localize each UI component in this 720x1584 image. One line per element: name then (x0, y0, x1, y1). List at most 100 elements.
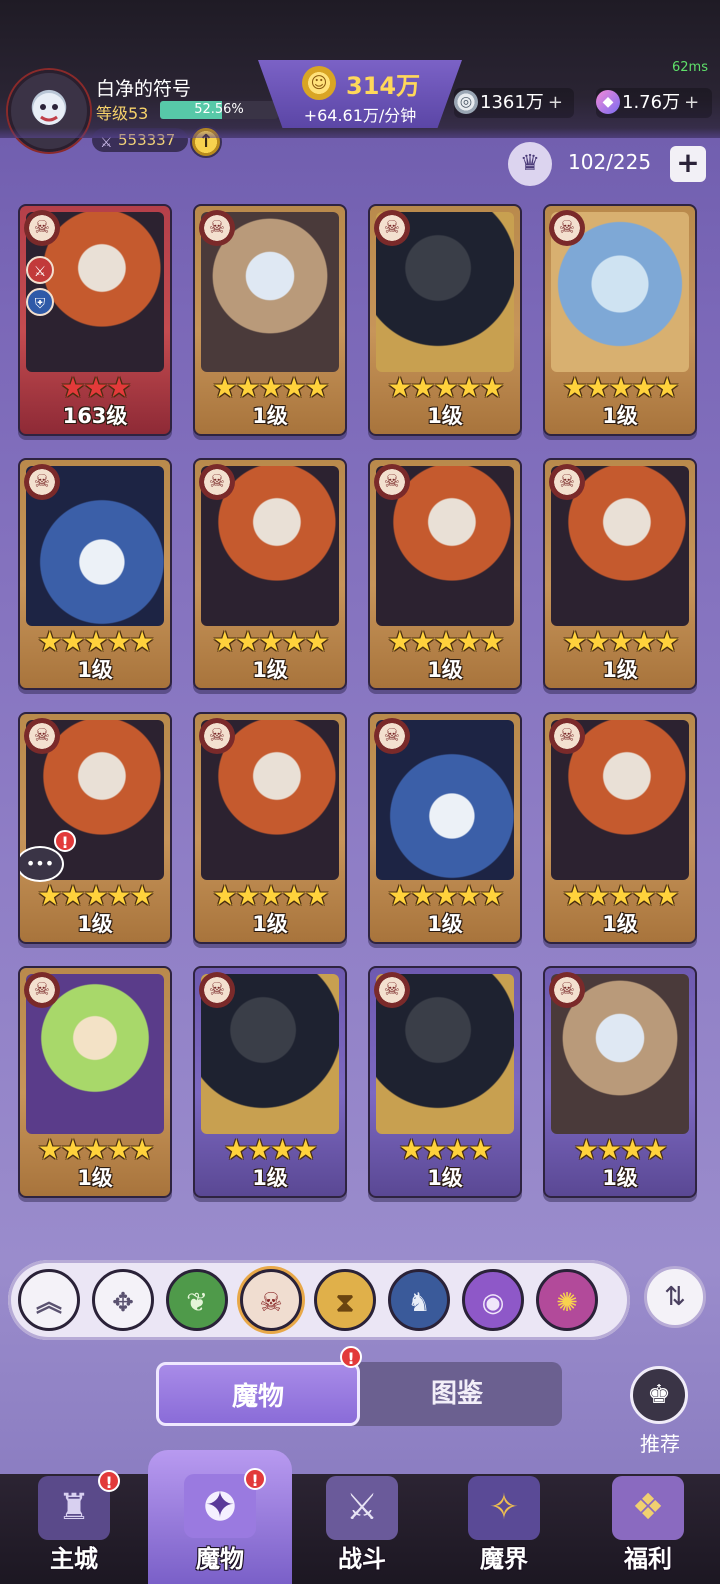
monster-card[interactable]: ☠ ★★★★★ 1级 (543, 458, 697, 690)
chaos-faction-filter-button[interactable]: ✺ (536, 1269, 598, 1331)
monster-card[interactable]: ☠ ★★★★★ 1级 (18, 966, 172, 1198)
star-rating: ★★★★★ (545, 374, 695, 402)
monster-card[interactable]: ☠ ★★★★★ 1级 (368, 458, 522, 690)
nav-item-label: 主城 (50, 1545, 98, 1573)
monster-card[interactable]: ☠ ★★★★★ 1级 (368, 204, 522, 436)
all-factions-filter-button[interactable]: ✥ (92, 1269, 154, 1331)
sword-shield-icon: ⚔ (326, 1476, 398, 1540)
star-rating: ★★★★★ (545, 628, 695, 656)
monster-card[interactable]: ☠ •••! ★★★★★ 1级 (18, 712, 172, 944)
nav-alert-icon: ! (98, 1470, 120, 1492)
demon-faction-icon: ☠ (199, 718, 235, 754)
chat-bubble-icon[interactable]: ••• (20, 846, 64, 882)
monster-card[interactable]: ☠ ★★★★★ 1级 (193, 204, 347, 436)
diamond-grid-icon: ✥ (112, 1288, 134, 1318)
monster-capacity: 102/225 (568, 150, 652, 174)
monster-card[interactable]: ☠ ★★★★★ 1级 (543, 712, 697, 944)
power-icon: ⚔ (100, 135, 113, 151)
demon-faction-filter-button[interactable]: ☠ (240, 1269, 302, 1331)
demon-faction-icon: ☠ (549, 210, 585, 246)
nature-faction-filter-button[interactable]: ❦ (166, 1269, 228, 1331)
crystal-amount: 1.76万 (622, 92, 681, 113)
time-faction-filter-button[interactable]: ⧗ (314, 1269, 376, 1331)
monster-level: 163级 (62, 404, 128, 428)
monster-level: 1级 (602, 658, 638, 682)
dragon-faction-filter-button[interactable]: ♞ (388, 1269, 450, 1331)
add-silver-icon[interactable]: + (548, 92, 563, 113)
combat-power-value: 553337 (118, 131, 176, 149)
leaf-icon: ❦ (186, 1288, 208, 1318)
monster-level: 1级 (252, 1166, 288, 1190)
star-rating: ★★★★★ (195, 374, 345, 402)
chevron-up-icon: ︽ (35, 1288, 62, 1318)
monster-card[interactable]: ☠ ★★★★★ 1级 (193, 712, 347, 944)
monster-card[interactable]: ☠ ★★★★★ 1级 (18, 458, 172, 690)
player-avatar[interactable] (8, 70, 90, 152)
demon-faction-icon: ☠ (374, 210, 410, 246)
gold-coin-icon: ☺ (302, 66, 336, 100)
monster-tabs: 图鉴 魔物 ! (156, 1346, 562, 1426)
dragon-icon: ♞ (407, 1288, 431, 1318)
monster-card[interactable]: ☠ ★★★★ 1级 (368, 966, 522, 1198)
star-rating: ★★★★★ (370, 882, 520, 910)
tab-codex[interactable]: 图鉴 (352, 1362, 562, 1426)
demon-mask-icon: ☠ (259, 1288, 283, 1318)
monster-card[interactable]: ☠ ★★★★★ 1级 (368, 712, 522, 944)
monster-card[interactable]: ☠ ★★★★ 1级 (193, 966, 347, 1198)
nav-item[interactable]: ❖ 福利 (576, 1474, 720, 1584)
monster-card[interactable]: ☠ ★★★★★ 1级 (543, 204, 697, 436)
eye-icon: ◉ (481, 1288, 505, 1318)
recommend-icon[interactable]: ♚ (630, 1366, 688, 1424)
demon-faction-icon: ☠ (199, 972, 235, 1008)
monster-level: 1级 (77, 1166, 113, 1190)
monster-card[interactable]: ☠ ★★★★★ 1级 (193, 458, 347, 690)
recommend-label[interactable]: 推荐 (624, 1428, 696, 1457)
tab-monsters[interactable]: 魔物 (156, 1362, 360, 1426)
nav-item[interactable]: ⚔ 战斗 (290, 1474, 434, 1584)
demon-faction-icon: ☠ (24, 210, 60, 246)
demon-faction-icon: ☠ (24, 464, 60, 500)
tab-monsters-alert-icon: ! (340, 1346, 362, 1368)
sort-button[interactable]: ⇅ (644, 1266, 706, 1328)
nav-alert-icon: ! (244, 1468, 266, 1490)
monsters-screen: 白净的符号 等级53 52.56% ⚔ 553337 ↑ ☺ 314万 +64.… (0, 0, 720, 1584)
star-rating: ★★★★★ (545, 882, 695, 910)
crystal-currency[interactable]: ◆ 1.76万 + (596, 88, 712, 118)
star-rating: ★★★ (20, 374, 170, 402)
demon-realm-icon: ✧ (468, 1476, 540, 1540)
faction-filter-bar: ︽ ✥ ❦ ☠ ⧗ ♞ ◉ ✺ (8, 1260, 630, 1340)
nav-item[interactable]: ✦! 魔物 (148, 1450, 292, 1584)
upgrade-arrow-button[interactable]: ↑ (190, 126, 222, 158)
monster-level: 1级 (602, 404, 638, 428)
star-rating: ★★★★ (370, 1136, 520, 1164)
monster-level: 1级 (252, 658, 288, 682)
nav-item[interactable]: ✧ 魔界 (432, 1474, 576, 1584)
gold-rate: +64.61万/分钟 (303, 106, 417, 125)
player-level: 等级53 (96, 104, 149, 123)
monster-level: 1级 (427, 658, 463, 682)
silver-amount: 1361万 (480, 92, 544, 113)
monster-card[interactable]: ☠ ★★★★ 1级 (543, 966, 697, 1198)
attack-role-icon: ⚔ (26, 256, 54, 284)
monster-card[interactable]: ☠ ⚔ ⛨ ★★★ 163级 (18, 204, 172, 436)
add-crystal-icon[interactable]: + (684, 92, 699, 113)
hourglass-icon: ⧗ (335, 1288, 355, 1318)
collapse-filter-button[interactable]: ︽ (18, 1269, 80, 1331)
monster-level: 1级 (427, 1166, 463, 1190)
avatar-portrait-icon (33, 93, 65, 125)
demon-faction-icon: ☠ (374, 972, 410, 1008)
defense-role-icon: ⛨ (26, 288, 54, 316)
nav-item-label: 福利 (624, 1545, 672, 1573)
gold-amount: 314万 (346, 72, 421, 100)
nav-item[interactable]: ♜! 主城 (2, 1470, 146, 1584)
star-rating: ★★★★★ (20, 882, 170, 910)
silver-currency[interactable]: ◎ 1361万 + (454, 88, 574, 118)
star-rating: ★★★★★ (370, 628, 520, 656)
eye-faction-filter-button[interactable]: ◉ (462, 1269, 524, 1331)
star-rating: ★★★★★ (195, 882, 345, 910)
star-rating: ★★★★★ (20, 628, 170, 656)
monster-level: 1级 (77, 658, 113, 682)
combat-power: ⚔ 553337 (92, 128, 188, 152)
expand-capacity-button[interactable]: + (670, 146, 706, 182)
star-rating: ★★★★★ (195, 628, 345, 656)
